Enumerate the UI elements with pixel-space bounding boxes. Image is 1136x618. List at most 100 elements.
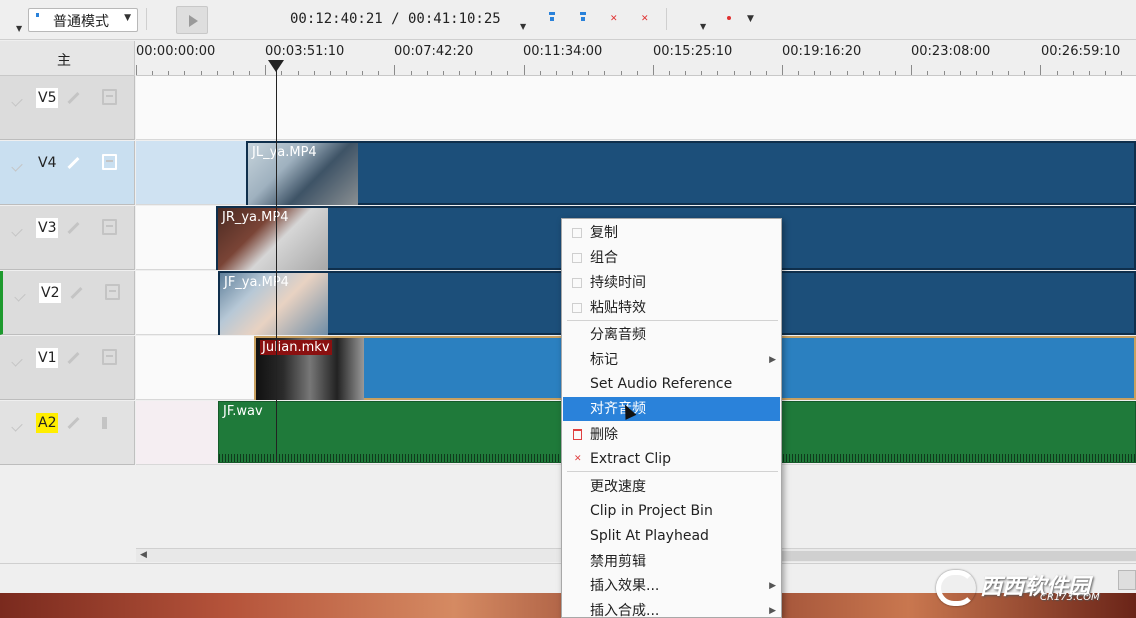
ruler-tick (265, 65, 267, 75)
record-icon[interactable] (727, 16, 731, 20)
track-v5[interactable] (136, 76, 1136, 140)
ruler-label: 00:03:51:10 (265, 44, 345, 59)
hide-track-icon[interactable] (102, 154, 117, 170)
track-header-v2[interactable]: V2 (0, 271, 135, 335)
ruler-tick (782, 65, 783, 75)
duration-icon (572, 278, 582, 288)
watermark-logo-icon (936, 570, 976, 606)
collapse-chevron-icon[interactable] (11, 225, 23, 237)
ruler-tick (216, 71, 218, 75)
menu-item-disable-clip[interactable]: 禁用剪辑 (563, 550, 780, 574)
play-button[interactable] (176, 6, 208, 34)
lift-icon[interactable]: ✕ (610, 14, 618, 24)
chevron-down-icon[interactable]: ▼ (747, 14, 754, 24)
menu-item-clip-in-project-bin[interactable]: Clip in Project Bin (563, 499, 780, 523)
ruler-tick (959, 71, 961, 75)
ruler-label: 00:23:08:00 (911, 44, 991, 59)
ruler-tick (232, 71, 234, 75)
menu-item-paste-effects[interactable]: 粘贴特效 (563, 296, 780, 320)
playhead-line[interactable] (276, 60, 277, 462)
extract-icon[interactable]: ✕ (641, 14, 649, 24)
menu-item-duration[interactable]: 持续时间 (563, 271, 780, 295)
collapse-chevron-icon[interactable] (11, 160, 23, 172)
hide-track-icon[interactable] (102, 89, 117, 105)
menu-item-label: 粘贴特效 (590, 300, 646, 316)
menu-separator (567, 471, 778, 472)
zone-dropdown-arrow-icon[interactable]: ▼ (700, 22, 706, 31)
ruler-tick (394, 65, 396, 75)
collapse-chevron-icon[interactable] (11, 420, 23, 432)
collapse-chevron-icon[interactable] (11, 355, 23, 367)
menu-item-copy[interactable]: 复制 (563, 221, 780, 245)
menu-item-delete[interactable]: 删除 (563, 423, 780, 447)
ruler-tick (362, 71, 364, 75)
menu-item-extract-clip[interactable]: ✕ Extract Clip (563, 447, 780, 471)
submenu-arrow-icon: ▶ (769, 581, 776, 591)
menu-item-insert-composition[interactable]: 插入合成... ▶ (563, 599, 780, 618)
playhead-marker-icon[interactable] (268, 60, 284, 72)
timeline-ruler[interactable]: 00:00:00:00 00:03:51:10 00:07:42:20 00:1… (136, 41, 1136, 76)
ruler-tick (895, 71, 897, 75)
effects-icon[interactable] (67, 415, 84, 430)
ruler-label: 00:07:42:20 (394, 44, 474, 59)
track-header-a2[interactable]: A2 (0, 401, 135, 465)
effects-icon[interactable] (67, 155, 84, 170)
menu-item-label: 复制 (590, 225, 618, 241)
overwrite-clip-icon[interactable] (578, 12, 588, 24)
hide-track-icon[interactable] (102, 219, 117, 235)
menu-item-change-speed[interactable]: 更改速度 (563, 475, 780, 499)
ruler-tick (329, 71, 331, 75)
ruler-tick (313, 71, 315, 75)
menu-item-group[interactable]: 组合 (563, 246, 780, 270)
effects-icon[interactable] (67, 350, 84, 365)
ruler-tick (830, 71, 832, 75)
collapse-chevron-icon[interactable] (11, 95, 23, 107)
clip-name: JF_ya.MP4 (224, 275, 289, 290)
collapse-chevron-icon[interactable] (14, 290, 26, 302)
track-header-v4[interactable]: V4 (0, 141, 135, 205)
ruler-label: 00:15:25:10 (653, 44, 733, 59)
menu-item-align-audio[interactable]: 对齐音频 (563, 397, 780, 421)
menu-item-insert-effect[interactable]: 插入效果... ▶ (563, 574, 780, 598)
edit-mode-select[interactable]: 普通模式 ▼ (28, 8, 138, 32)
speaker-icon[interactable] (102, 417, 116, 429)
clip-context-menu: 复制 组合 持续时间 粘贴特效 分离音频 标记 ▶ Set Audio Refe… (561, 218, 782, 618)
hide-track-icon[interactable] (105, 284, 120, 300)
ruler-tick (1072, 71, 1074, 75)
menu-item-set-audio-reference[interactable]: Set Audio Reference (563, 372, 780, 396)
hide-track-icon[interactable] (102, 349, 117, 365)
track-v4[interactable]: JL_ya.MP4 (136, 141, 1136, 205)
effects-icon[interactable] (67, 90, 84, 105)
track-header-v5[interactable]: V5 (0, 76, 135, 140)
master-track-header[interactable]: 主 (0, 41, 135, 76)
ruler-tick (911, 65, 913, 75)
scroll-right-button[interactable] (1118, 570, 1136, 590)
toolbar-separator (666, 8, 667, 30)
insert-clip-icon[interactable] (547, 12, 557, 24)
track-name: V1 (36, 348, 59, 368)
scrollbar-thumb[interactable] (781, 551, 1136, 561)
video-clip[interactable]: JL_ya.MP4 (246, 141, 1136, 205)
timecode-dropdown-arrow-icon[interactable]: ▼ (520, 22, 526, 31)
menu-dropdown-arrow-icon[interactable]: ▼ (16, 24, 22, 33)
paste-effect-icon (572, 303, 582, 313)
menu-item-markers[interactable]: 标记 ▶ (563, 348, 780, 372)
effects-icon[interactable] (70, 285, 87, 300)
menu-item-label: 持续时间 (590, 275, 646, 291)
ruler-tick (685, 71, 687, 75)
effects-icon[interactable] (67, 220, 84, 235)
ruler-tick (1056, 71, 1058, 75)
master-label: 主 (57, 53, 71, 69)
track-name: A2 (36, 413, 59, 433)
watermark-url: CR173.COM (1040, 592, 1100, 603)
track-header-v1[interactable]: V1 (0, 336, 135, 400)
ruler-tick (442, 71, 444, 75)
ruler-tick (345, 71, 347, 75)
menu-item-split-at-playhead[interactable]: Split At Playhead (563, 524, 780, 548)
scroll-left-icon[interactable]: ◀ (140, 550, 147, 560)
track-header-v3[interactable]: V3 (0, 206, 135, 270)
ruler-tick (1121, 71, 1123, 75)
clip-name: JL_ya.MP4 (252, 145, 317, 160)
ruler-tick (523, 65, 525, 75)
menu-item-split-audio[interactable]: 分离音频 (563, 323, 780, 347)
